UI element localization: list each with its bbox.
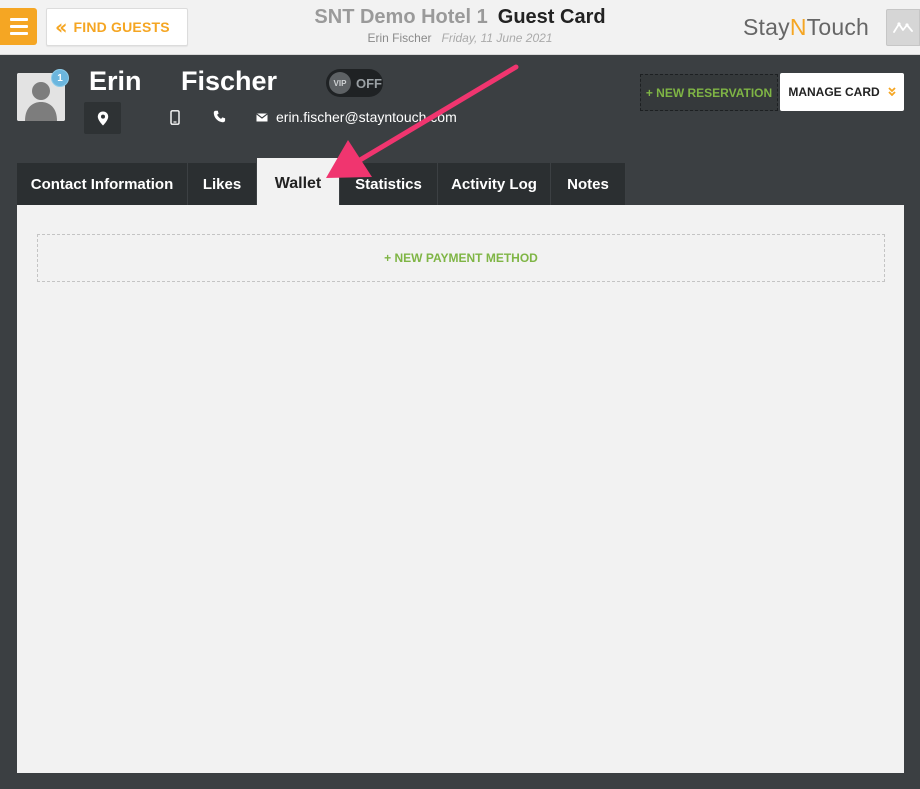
mobile-phone-icon[interactable] bbox=[170, 110, 180, 125]
business-date: Friday, 11 June 2021 bbox=[441, 31, 553, 45]
tab-wallet[interactable]: Wallet bbox=[257, 158, 340, 205]
top-bar: ‹‹ FIND GUESTS SNT Demo Hotel 1 Guest Car… bbox=[0, 0, 920, 55]
page-title-block: SNT Demo Hotel 1 Guest Card Erin Fischer F… bbox=[300, 6, 620, 45]
guest-badge-count: 1 bbox=[51, 69, 69, 87]
guest-last-name[interactable]: Fischer bbox=[181, 66, 277, 97]
vip-knob: VIP bbox=[329, 72, 351, 94]
new-payment-method-button[interactable]: + NEW PAYMENT METHOD bbox=[37, 234, 885, 282]
vip-toggle[interactable]: VIP OFF bbox=[326, 69, 383, 97]
page-name: Guest Card bbox=[497, 6, 606, 28]
find-guests-button[interactable]: ‹‹ FIND GUESTS bbox=[46, 8, 188, 46]
page-title: SNT Demo Hotel 1 Guest Card bbox=[300, 6, 620, 29]
guest-email[interactable]: erin.fischer@stayntouch.com bbox=[276, 109, 457, 125]
envelope-icon[interactable] bbox=[256, 113, 268, 122]
manage-card-button[interactable]: MANAGE CARD bbox=[780, 73, 904, 111]
pulse-icon[interactable] bbox=[886, 9, 920, 46]
tab-contact-information[interactable]: Contact Information bbox=[17, 163, 188, 205]
guest-card-tabs: Contact Information Likes Wallet Statist… bbox=[17, 158, 626, 205]
double-chevron-left-icon: ‹‹ bbox=[55, 15, 68, 39]
hamburger-menu-icon[interactable] bbox=[0, 8, 37, 45]
tab-notes[interactable]: Notes bbox=[551, 163, 626, 205]
tab-activity-log[interactable]: Activity Log bbox=[438, 163, 551, 205]
subtitle-guest-name: Erin Fischer bbox=[367, 31, 432, 45]
new-reservation-button[interactable]: + NEW RESERVATION bbox=[640, 74, 778, 111]
wallet-panel: + NEW PAYMENT METHOD bbox=[17, 205, 904, 773]
find-guests-label: FIND GUESTS bbox=[73, 19, 170, 35]
vip-state: OFF bbox=[356, 75, 382, 91]
manage-card-label: MANAGE CARD bbox=[788, 85, 880, 99]
location-pin-icon[interactable] bbox=[84, 102, 121, 134]
brand-logo: StayNTouch bbox=[743, 14, 870, 40]
hotel-name: SNT Demo Hotel 1 bbox=[314, 6, 488, 28]
chevron-down-icon bbox=[888, 86, 896, 99]
tab-statistics[interactable]: Statistics bbox=[340, 163, 438, 205]
page-subtitle: Erin Fischer Friday, 11 June 2021 bbox=[300, 31, 620, 45]
guest-first-name[interactable]: Erin bbox=[89, 66, 142, 97]
tab-likes[interactable]: Likes bbox=[188, 163, 257, 205]
phone-icon[interactable] bbox=[213, 110, 226, 123]
